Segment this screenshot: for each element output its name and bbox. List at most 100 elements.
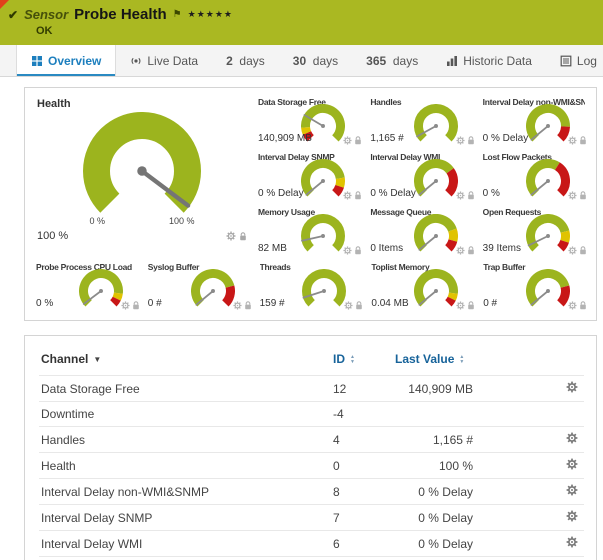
bottom-gauge-grid: Probe Process CPU Load0 %Syslog Buffer0 … [31,259,590,314]
historic-data-icon [446,55,458,67]
table-row-interval-delay-non-wmi-snmp[interactable]: Interval Delay non-WMI&SNMP80 % Delay [39,479,584,505]
gear-icon[interactable] [344,301,353,310]
gear-icon[interactable] [456,191,465,200]
lock-icon [579,191,587,200]
channel-cell: Interval Delay SNMP [39,505,331,531]
row-settings-cell [475,453,584,479]
gauge-interval-delay-non-wmi-snmp: Interval Delay non-WMI&SNMP0 % Delay [478,94,590,149]
last-value-cell: 140,909 MB [393,376,475,402]
gauge-dial [301,159,345,203]
gauges-top-section: Health 0 % 100 % 100 % Data Storage Free… [31,94,590,259]
sort-icon: ▲▼ [350,355,355,365]
table-row-data-storage-free[interactable]: Data Storage Free12140,909 MB [39,376,584,402]
tab-label: Live Data [147,54,198,68]
tab-30-days[interactable]: 30 days [279,45,352,76]
table-row-lost-flow-packets[interactable]: Lost Flow Packets100 % [39,557,584,560]
gauge-value: 0 % Delay [258,188,304,199]
gauge-min-label: 0 % [89,216,105,226]
gauge-value: 1,165 # [370,133,403,144]
column-header-last-value[interactable]: Last Value▲▼ [395,352,464,366]
table-row-interval-delay-wmi[interactable]: Interval Delay WMI60 % Delay [39,531,584,557]
flag-icon[interactable]: ⚑ [173,9,182,20]
gauge-value: 39 Items [483,243,521,254]
gear-icon[interactable] [456,301,465,310]
id-cell: 10 [331,557,393,560]
gear-icon[interactable] [456,246,465,255]
last-value-cell: 0 % Delay [393,479,475,505]
table-row-handles[interactable]: Handles41,165 # [39,427,584,453]
sort-icon: ▲▼ [459,355,464,365]
mini-gauge-grid: Data Storage Free140,909 MBHandles1,165 … [253,94,590,259]
tab-label: Overview [48,54,101,68]
caret-down-icon: ▼ [93,355,101,364]
gear-icon[interactable] [343,246,352,255]
table-row-health[interactable]: Health0100 % [39,453,584,479]
gauge-interval-delay-snmp: Interval Delay SNMP0 % Delay [253,149,365,204]
sensor-header: ✔ Sensor Probe Health ⚑ ★★★★★ OK [0,0,603,45]
gauge-dial [526,104,570,148]
gear-icon[interactable] [568,301,577,310]
gear-icon[interactable] [566,381,578,393]
health-gauge-ticks: 0 % 100 % [37,216,247,226]
tab-label: 30 days [293,54,338,68]
gear-icon[interactable] [566,432,578,444]
tab-label: Log [577,54,597,68]
corner-marker [0,0,9,9]
gauge-open-requests: Open Requests39 Items [478,204,590,259]
table-row-downtime[interactable]: Downtime-4 [39,402,584,427]
channel-cell: Lost Flow Packets [39,557,331,560]
gear-icon[interactable] [566,458,578,470]
tab-live-data[interactable]: Live Data [116,45,212,76]
gear-icon[interactable] [568,246,577,255]
gauge-value: 0 % [483,188,500,199]
gauge-trap-buffer: Trap Buffer0 # [478,259,590,314]
gear-icon[interactable] [566,536,578,548]
column-header-channel[interactable]: Channel▼ [41,352,101,366]
tab-log[interactable]: Log [546,45,603,76]
tab-2-days[interactable]: 2 days [212,45,279,76]
tab-overview[interactable]: Overview [16,45,116,76]
sensor-title-row: ✔ Sensor Probe Health ⚑ ★★★★★ [8,6,593,23]
gear-icon[interactable] [568,136,577,145]
id-cell: 6 [331,531,393,557]
gear-icon[interactable] [343,191,352,200]
gear-icon[interactable] [233,301,242,310]
gear-icon[interactable] [121,301,130,310]
gauge-max-label: 100 % [169,216,195,226]
gauge-dial [301,214,345,258]
health-gauge-dial [37,112,247,230]
tab-365-days[interactable]: 365 days [352,45,432,76]
gauge-value: 0 % Delay [483,133,529,144]
gauge-value: 0 # [148,298,162,309]
status-badge: OK [36,25,593,37]
channel-cell: Interval Delay WMI [39,531,331,557]
gear-icon[interactable] [343,136,352,145]
channel-cell: Health [39,453,331,479]
page-title: Probe Health [74,6,167,23]
column-header-id[interactable]: ID▲▼ [333,352,355,366]
tab-historic-data[interactable]: Historic Data [432,45,546,76]
lock-icon [467,136,475,145]
id-cell: 0 [331,453,393,479]
gauge-dial [414,214,458,258]
channel-cell: Downtime [39,402,331,427]
lock-icon [132,301,140,310]
table-row-interval-delay-snmp[interactable]: Interval Delay SNMP70 % Delay [39,505,584,531]
gauge-value: 100 % [37,230,68,242]
gear-icon[interactable] [566,484,578,496]
row-settings-cell [475,557,584,560]
tab-label: 365 days [366,54,418,68]
gear-icon[interactable] [566,510,578,522]
channel-cell: Handles [39,427,331,453]
lock-icon [579,246,587,255]
id-cell: -4 [331,402,393,427]
last-value-cell: 100 % [393,453,475,479]
gear-icon[interactable] [456,136,465,145]
gauge-dial [414,104,458,148]
gear-icon[interactable] [568,191,577,200]
health-gauge-icons [226,231,247,241]
priority-stars[interactable]: ★★★★★ [188,9,233,20]
lock-icon [244,301,252,310]
gear-icon[interactable] [226,231,236,241]
gauge-value: 140,909 MB [258,133,312,144]
